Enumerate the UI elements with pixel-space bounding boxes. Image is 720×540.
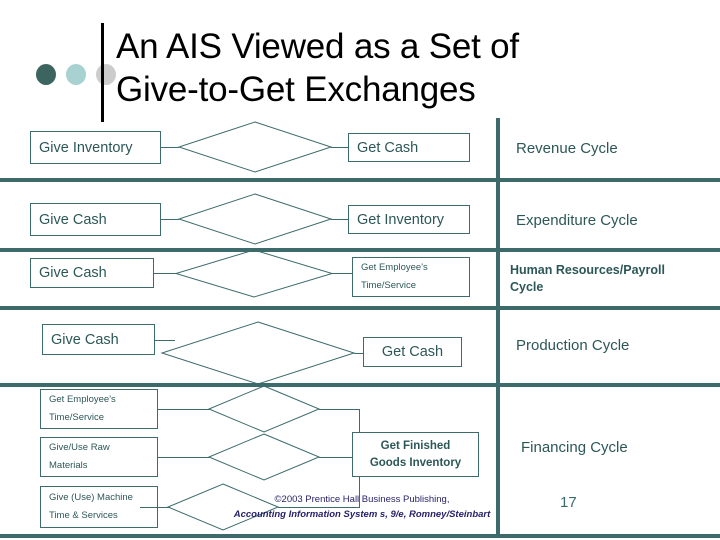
connector-right-row-3 — [332, 273, 352, 274]
copyright-line-1: ©2003 Prentice Hall Business Publishing, — [274, 494, 450, 505]
give-box-row-2: Give Cash — [30, 203, 161, 236]
dot-light-gray-icon — [96, 64, 116, 85]
exchange-diamond-row-5-item-1 — [207, 385, 321, 433]
give-box-row-5-item-1: Get Employee's Time/Service — [40, 389, 158, 429]
cycle-label-row-4: Production Cycle — [516, 337, 630, 354]
row-divider-2 — [0, 248, 720, 252]
dot-dark-teal-icon — [36, 64, 56, 85]
give-box-row-5-item-2: Give/Use Raw Materials — [40, 437, 158, 477]
exchange-diamond-row-3 — [174, 249, 334, 298]
connector-row-5-item-2 — [158, 457, 210, 458]
row-divider-bottom — [0, 534, 720, 538]
connector-left-row-1 — [161, 147, 179, 148]
connector-row-5-item-1 — [158, 409, 210, 410]
give-box-row-4-label: Give Cash — [51, 331, 119, 348]
cycle-label-row-3: Human Resources/Payroll Cycle — [510, 262, 665, 295]
give-box-row-1: Give Inventory — [30, 131, 161, 164]
get-box-row-4: Get Cash — [363, 337, 462, 367]
get-box-row-5-line-1: Get Finished — [380, 439, 451, 452]
give-box-row-5-item-1-line-2: Time/Service — [49, 412, 105, 423]
connector-row-5-item-2-right — [319, 457, 352, 458]
cycle-label-row-2: Expenditure Cycle — [516, 212, 638, 229]
title-line-1: An AIS Viewed as a Set of — [116, 27, 519, 66]
give-box-row-5-item-1-line-1: Get Employee's — [49, 393, 116, 405]
get-box-row-5: Get Finished Goods Inventory — [352, 432, 479, 477]
give-box-row-4: Give Cash — [42, 324, 155, 355]
get-box-row-4-label: Get Cash — [381, 344, 444, 360]
give-box-row-5-item-3-line-1: Give (Use) Machine — [49, 491, 133, 503]
slide-canvas: An AIS Viewed as a Set of Give-to-Get Ex… — [0, 0, 720, 540]
row-divider-3 — [0, 306, 720, 310]
connector-right-row-2 — [331, 219, 349, 220]
row-divider-1 — [0, 178, 720, 182]
get-box-row-2-label: Get Inventory — [357, 211, 445, 228]
cycle-label-row-5: Financing Cycle — [521, 439, 628, 456]
exchange-diamond-row-2 — [177, 193, 333, 245]
exchange-diamond-row-1 — [177, 121, 333, 173]
page-number: 17 — [560, 494, 577, 511]
decorative-dots — [36, 64, 120, 86]
connector-row-5-item-1-right — [319, 409, 360, 410]
column-divider — [496, 118, 500, 534]
connector-row-5-item-3 — [140, 507, 170, 508]
connector-right-row-1 — [331, 147, 349, 148]
get-box-row-3-label-line-2: Time/Service — [361, 280, 417, 291]
page-title: An AIS Viewed as a Set of Give-to-Get Ex… — [116, 26, 686, 111]
give-box-row-1-label: Give Inventory — [39, 139, 133, 156]
give-box-row-3-label: Give Cash — [39, 265, 107, 281]
cycle-label-row-3-line-1: Human Resources/Payroll — [510, 263, 665, 277]
give-box-row-5-item-2-line-1: Give/Use Raw — [49, 441, 110, 453]
give-box-row-5-item-3-line-2: Time & Services — [49, 510, 118, 521]
give-box-row-5-item-2-line-2: Materials — [49, 460, 88, 471]
title-line-2: Give-to-Get Exchanges — [116, 69, 476, 109]
copyright-line-2: Accounting Information System s, 9/e, Ro… — [233, 508, 491, 520]
cycle-label-row-3-line-2: Cycle — [510, 279, 544, 294]
row-divider-4 — [0, 383, 720, 387]
copyright-footer: ©2003 Prentice Hall Business Publishing,… — [228, 493, 496, 523]
give-box-row-3: Give Cash — [30, 258, 154, 288]
cycle-label-row-1: Revenue Cycle — [516, 140, 618, 157]
connector-left-row-3 — [154, 273, 176, 274]
get-box-row-3: Get Employee's Time/Service — [352, 257, 470, 297]
get-box-row-2: Get Inventory — [348, 205, 470, 234]
exchange-diamond-row-4 — [160, 321, 356, 385]
get-box-row-3-label-line-1: Get Employee's — [361, 261, 428, 273]
give-box-row-2-label: Give Cash — [39, 211, 107, 228]
connector-left-row-2 — [161, 219, 179, 220]
get-box-row-1-label: Get Cash — [357, 139, 419, 156]
get-box-row-5-line-2: Goods Inventory — [369, 456, 462, 469]
title-vertical-rule — [101, 23, 104, 122]
exchange-diamond-row-5-item-2 — [207, 433, 321, 481]
dot-light-teal-icon — [66, 64, 86, 85]
get-box-row-1: Get Cash — [348, 133, 470, 162]
